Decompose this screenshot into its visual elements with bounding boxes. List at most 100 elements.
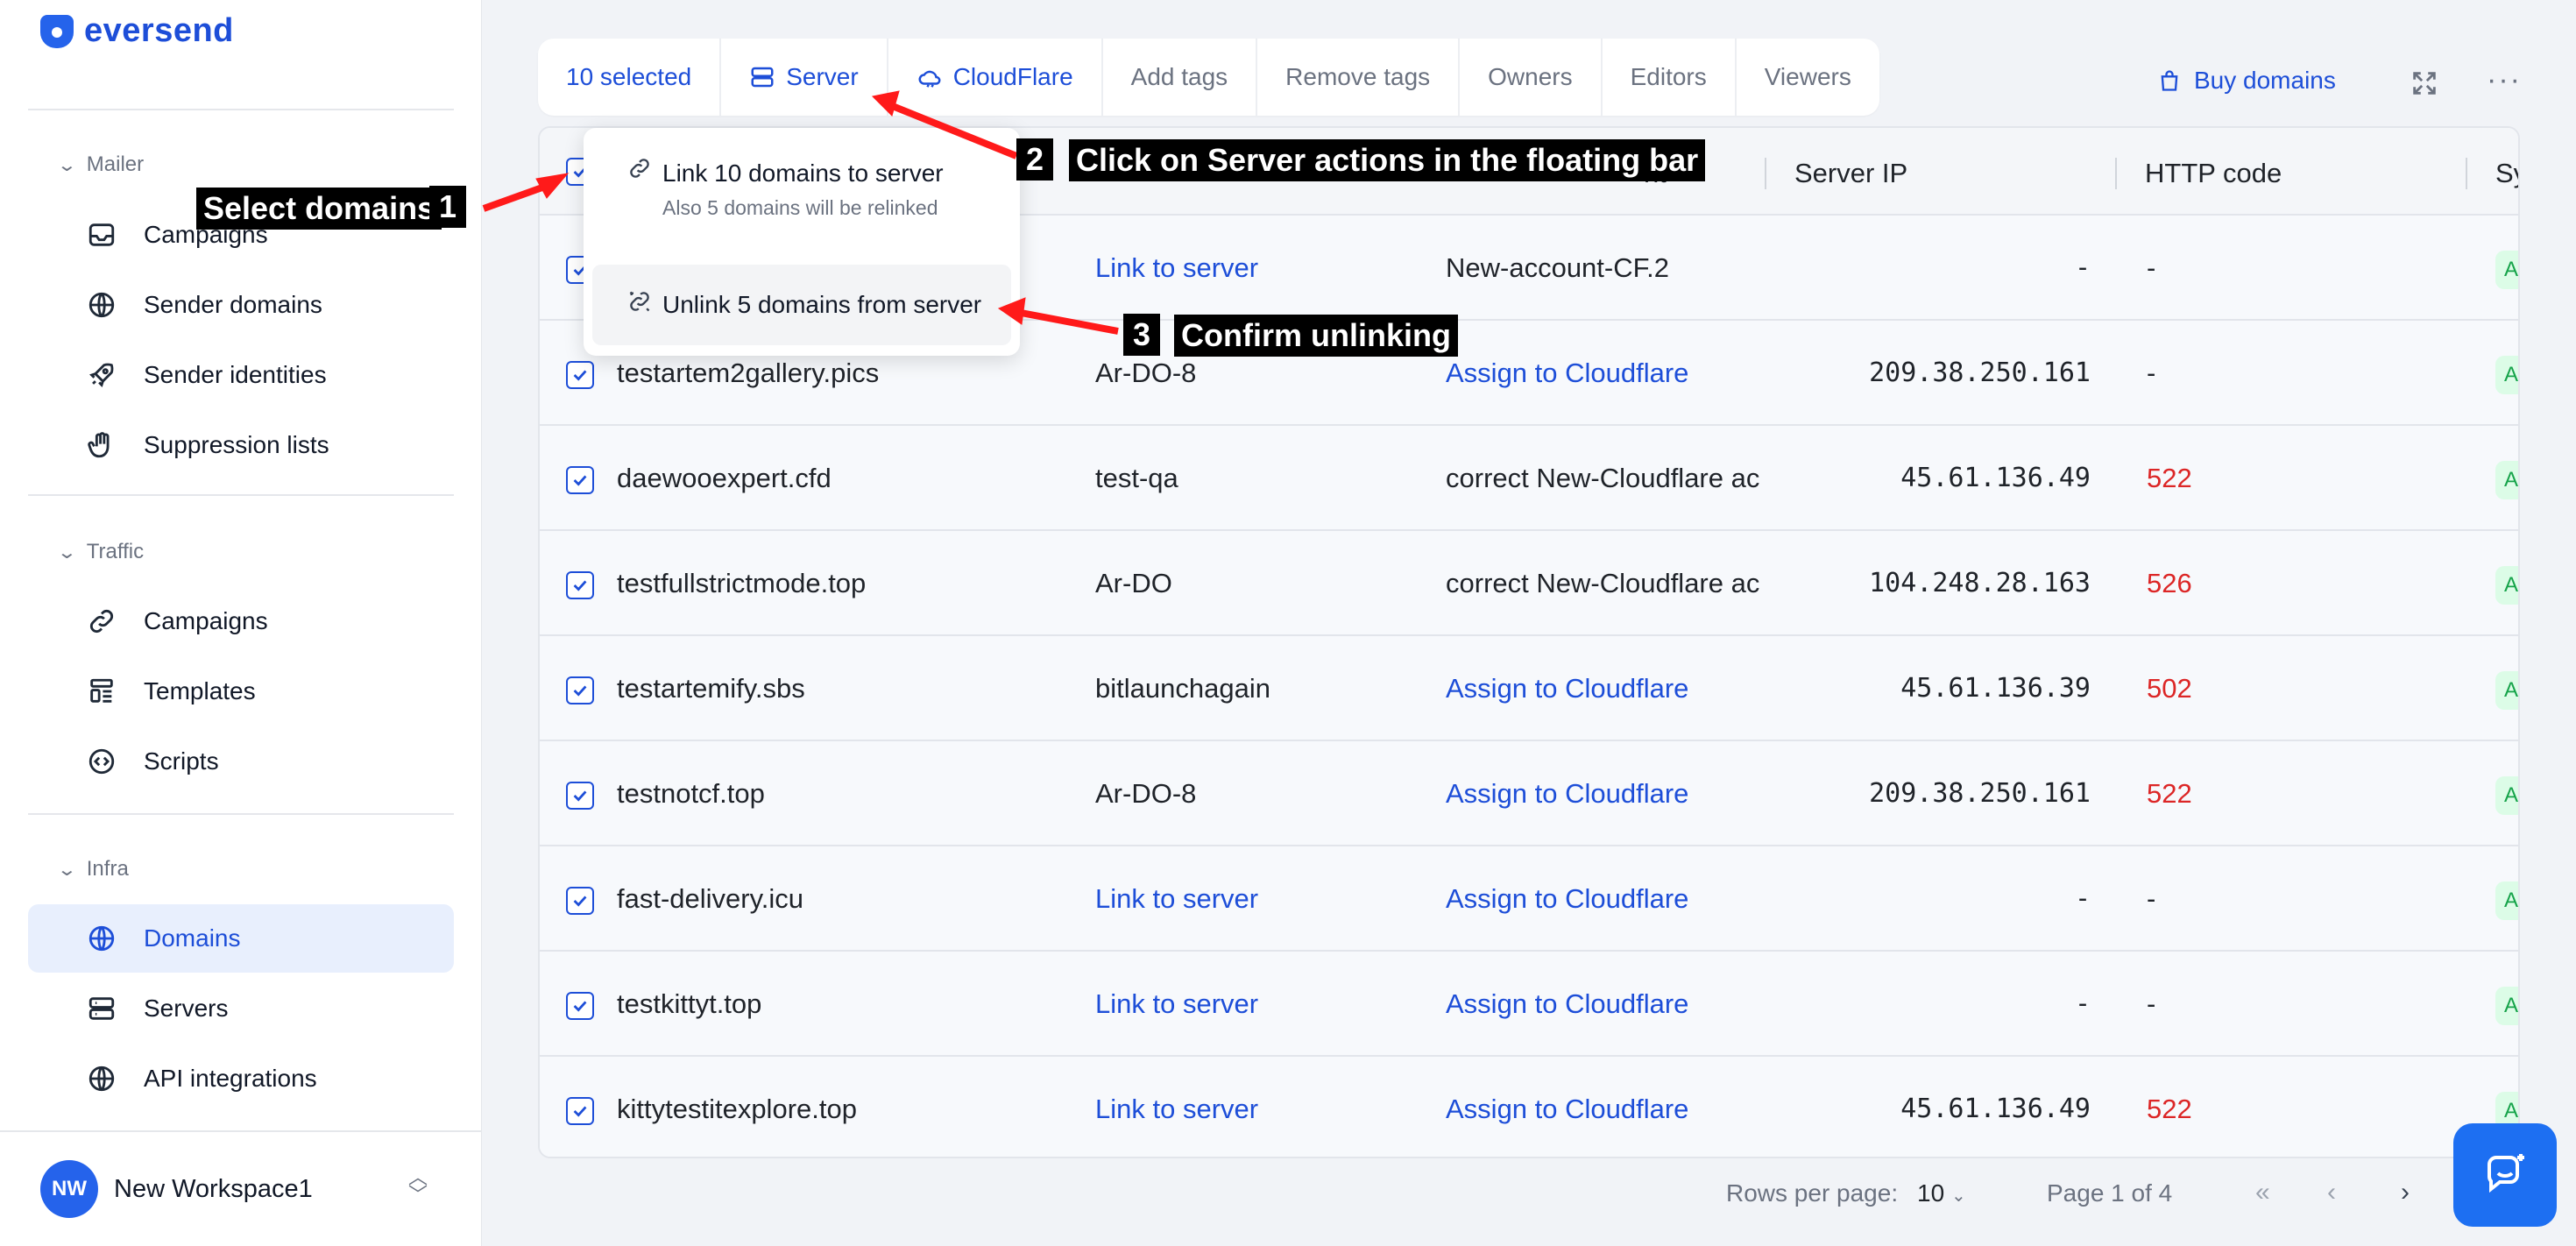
sidebar-item-sender-domains[interactable]: Sender domains [28,271,454,339]
viewers-button[interactable]: Viewers [1737,39,1879,116]
cloudflare-account-cell[interactable]: Assign to Cloudflare [1446,883,1765,915]
status-badge: A [2495,776,2518,815]
next-page-button[interactable]: › [2401,1178,2410,1207]
cloudflare-actions-button[interactable]: CloudFlare [888,39,1103,116]
row-checkbox[interactable] [566,1097,594,1125]
cloudflare-account-cell: correct New-Cloudflare ac [1446,568,1760,598]
status-badge: A [2495,566,2518,605]
owners-button[interactable]: Owners [1460,39,1603,116]
sidebar-item-label: Sender domains [144,291,322,318]
sidebar-item-templates[interactable]: Templates [28,657,454,726]
row-checkbox[interactable] [566,992,594,1020]
table-row[interactable]: testkittyt.top Link to server Assign to Cl… [540,952,2518,1057]
cloudflare-account-cell: New-account-CF.2 [1446,252,1669,283]
cloudflare-account-cell: correct New-Cloudflare ac [1446,463,1760,493]
chevron-updown-icon[interactable]: ︿ ﹀ [405,1168,431,1209]
section-title: Mailer [86,152,145,176]
sidebar-item-sender-identities[interactable]: Sender identities [28,341,454,409]
server-actions-button[interactable]: Server [721,39,888,116]
chevron-down-icon: ⌄ [1950,1186,1966,1206]
hand-icon [86,429,117,461]
status-badge: A [2495,987,2518,1025]
server-actions-menu: Link 10 domains to server Also 5 domains… [584,128,1020,356]
cloudflare-account-cell[interactable]: Assign to Cloudflare [1446,673,1765,704]
server-actions-label: Server [786,63,859,90]
domain-cell: testfullstrictmode.top [617,568,867,598]
cloudflare-account-cell[interactable]: Assign to Cloudflare [1446,1094,1765,1125]
http-code-cell: - [2147,358,2156,388]
selected-count-label: 10 selected [566,63,692,90]
server-cell: Ar-DO [1095,568,1172,598]
server-ip-cell: 104.248.28.163 [1869,568,2091,598]
annotation-step2-label: Click on Server actions in the floating … [1069,139,1706,181]
sidebar-item-label: Domains [144,924,241,952]
server-ip-cell: - [2074,988,2091,1019]
row-checkbox[interactable] [566,571,594,599]
row-checkbox[interactable] [566,361,594,389]
column-header-server-ip[interactable]: Server IP [1794,158,1907,189]
server-cell[interactable]: Link to server [1095,1094,1411,1125]
sidebar-item-domains[interactable]: Domains [28,904,454,973]
server-ip-cell: 45.61.136.39 [1900,673,2091,704]
table-row[interactable]: fast-delivery.icu Link to server Assign to… [540,846,2518,952]
expand-icon[interactable] [2410,68,2439,98]
table-row[interactable]: testartemify.sbs bitlaunchagain Assign to … [540,636,2518,741]
status-badge: A [2495,356,2518,394]
cloudflare-account-cell[interactable]: Assign to Cloudflare [1446,358,1765,389]
server-ip-cell: 209.38.250.161 [1869,778,2091,809]
domain-cell: testnotcf.top [617,778,765,809]
support-chat-button[interactable] [2453,1123,2557,1227]
cloudflare-account-cell[interactable]: Assign to Cloudflare [1446,778,1765,810]
server-cell[interactable]: Link to server [1095,883,1411,915]
column-separator [2466,158,2467,189]
domain-cell: daewooexpert.cfd [617,463,832,493]
workspace-switcher[interactable]: NW New Workspace1 ︿ ﹀ [0,1130,482,1246]
more-options-icon[interactable]: ··· [2487,63,2522,97]
row-checkbox[interactable] [566,676,594,704]
menu-item-unlink-domains[interactable]: Unlink 5 domains from server [592,265,1011,345]
sidebar-item-servers[interactable]: Servers [28,974,454,1043]
server-cell[interactable]: Link to server [1095,988,1411,1020]
logo-icon [40,14,74,48]
menu-item-label: Link 10 domains to server [662,159,944,187]
row-checkbox[interactable] [566,887,594,915]
menu-item-link-domains[interactable]: Link 10 domains to server Also 5 domains… [592,144,1011,240]
sidebar-item-scripts[interactable]: Scripts [28,727,454,796]
annotation-step2-number: 2 [1016,138,1053,181]
add-tags-label: Add tags [1130,63,1228,90]
section-mailer[interactable]: ⌄ Mailer [57,152,145,177]
sidebar-item-api-integrations[interactable]: API integrations [28,1044,454,1113]
section-title: Traffic [86,540,145,563]
sidebar-item-traffic-campaigns[interactable]: Campaigns [28,587,454,655]
add-tags-button[interactable]: Add tags [1103,39,1258,116]
section-infra[interactable]: ⌄ Infra [57,857,129,881]
status-badge: A [2495,251,2518,289]
table-row[interactable]: kittytestitexplore.top Link to server Assi… [540,1057,2518,1157]
row-checkbox[interactable] [566,782,594,810]
first-page-button[interactable]: « [2255,1178,2270,1207]
cloudflare-account-cell[interactable]: Assign to Cloudflare [1446,988,1765,1020]
http-code-cell: - [2147,252,2156,283]
section-traffic[interactable]: ⌄ Traffic [56,540,145,564]
server-cell[interactable]: Link to server [1095,252,1411,284]
domain-cell: testartemify.sbs [617,673,805,704]
column-header-status[interactable]: Sy [2495,158,2518,189]
row-checkbox[interactable] [566,466,594,494]
workspace-name: New Workspace1 [114,1174,313,1203]
server-cell: Ar-DO-8 [1095,358,1197,388]
sidebar-item-suppression-lists[interactable]: Suppression lists [28,411,454,479]
rows-per-page-label: Rows per page: [1726,1179,1899,1207]
table-row[interactable]: daewooexpert.cfd test-qa correct New-Cloud… [540,426,2518,531]
editors-button[interactable]: Editors [1603,39,1737,116]
chevron-down-icon: ⌄ [56,542,78,563]
globe-icon [86,923,117,954]
remove-tags-button[interactable]: Remove tags [1257,39,1461,116]
table-row[interactable]: testfullstrictmode.top Ar-DO correct New-C… [540,531,2518,636]
column-header-http-code[interactable]: HTTP code [2145,158,2282,189]
buy-domains-button[interactable]: Buy domains [2157,67,2336,95]
selected-count[interactable]: 10 selected [538,39,722,116]
table-row[interactable]: testnotcf.top Ar-DO-8 Assign to Cloudflare… [540,741,2518,846]
rows-per-page-select[interactable]: 10 ⌄ [1917,1179,1966,1207]
prev-page-button[interactable]: ‹ [2327,1178,2336,1207]
brand-logo[interactable]: eversend [40,12,234,50]
